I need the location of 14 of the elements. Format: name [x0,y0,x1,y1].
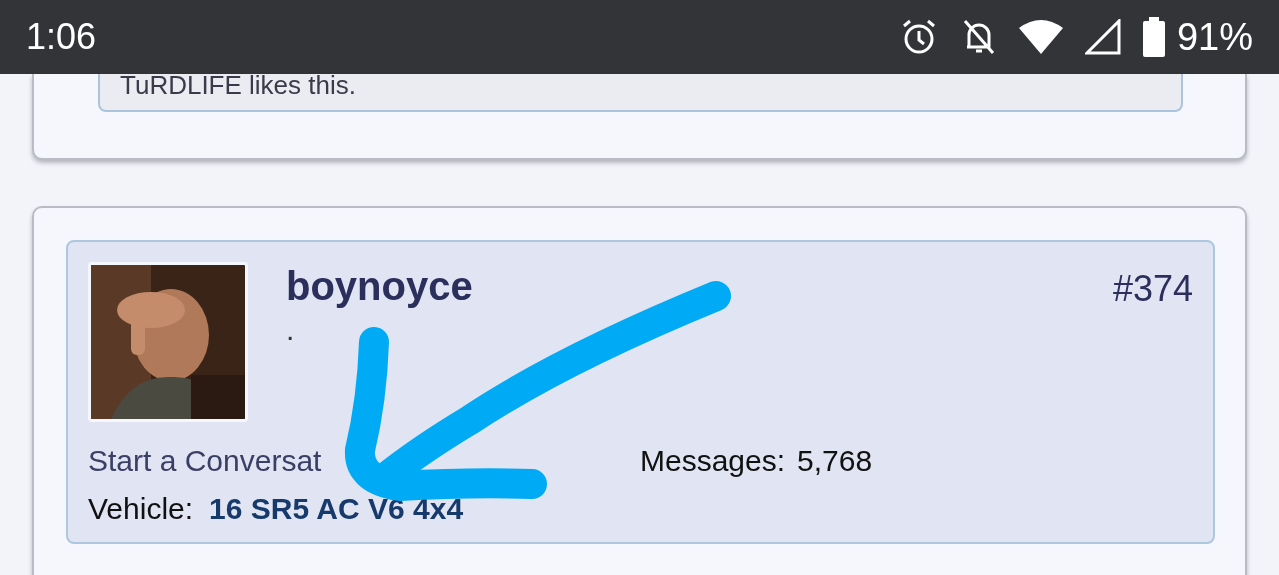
start-conversation-link[interactable]: Start a Conversat [88,444,640,478]
clock-time: 1:06 [26,16,97,58]
likes-text: TuRDLIFE likes this. [120,72,356,98]
user-title: . [286,313,296,347]
post-number[interactable]: #374 [1112,268,1193,422]
username[interactable]: boynoyce [286,264,473,309]
battery-level: 91% [1176,15,1253,59]
vehicle-value: 16 SR5 AC V6 4x4 [209,492,464,526]
vehicle-label: Vehicle: [88,492,194,526]
battery-icon [1142,17,1165,57]
messages-label: Messages: [640,444,786,478]
messages-count: 5,768 [797,444,873,478]
wifi-icon [1018,20,1063,54]
signal-icon [1084,19,1121,55]
